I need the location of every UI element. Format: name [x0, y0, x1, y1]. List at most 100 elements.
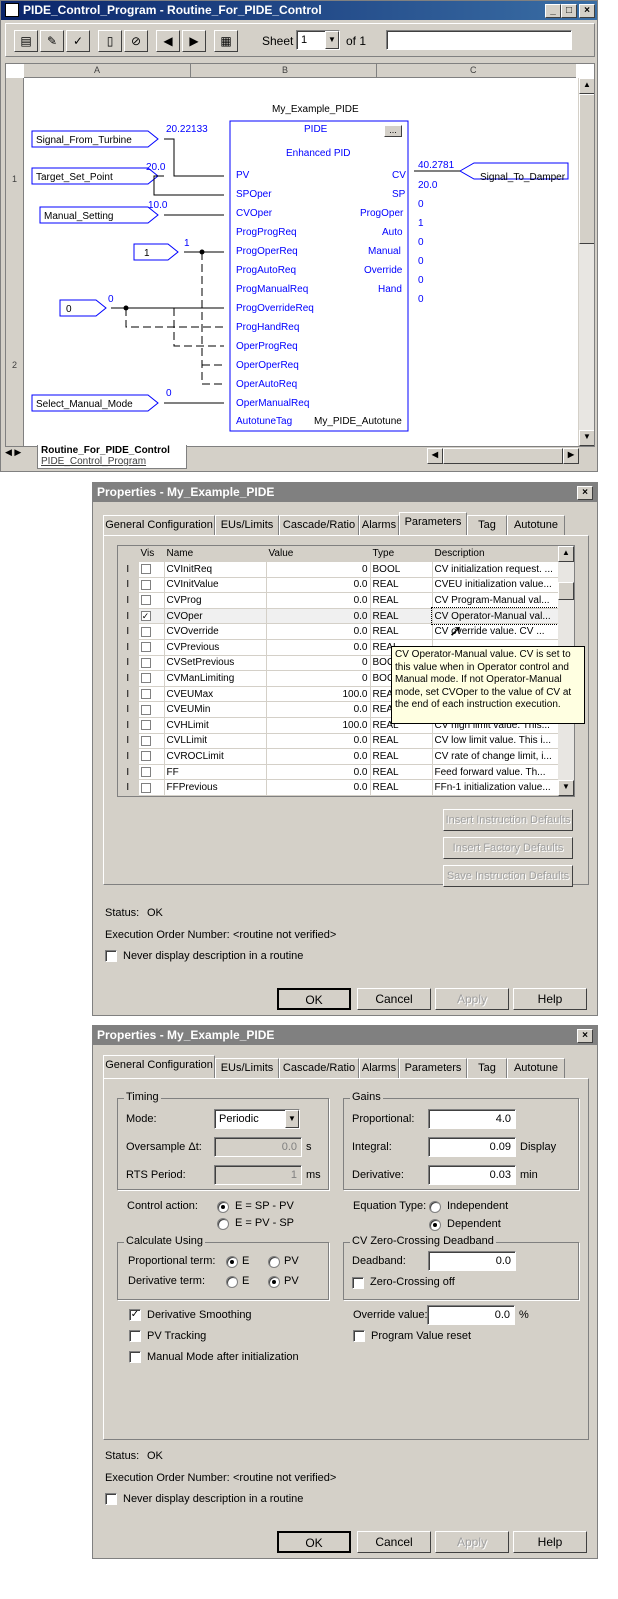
table-row[interactable]: I FF 0.0 REAL Feed forward value. Th... — [118, 764, 559, 781]
row-vis-checkbox[interactable]: ✓ — [138, 608, 165, 625]
rts-period-input[interactable]: 1 — [214, 1165, 302, 1185]
properties-icon[interactable]: ▤ — [14, 30, 38, 52]
help-button[interactable]: Help — [513, 988, 587, 1010]
row-value[interactable]: 0.0 — [266, 748, 371, 765]
scroll-down-icon[interactable]: ▼ — [579, 430, 594, 446]
calc-der-e-radio[interactable] — [226, 1276, 238, 1288]
tab-alarms[interactable]: Alarms — [359, 515, 399, 535]
vis-checkbox[interactable] — [140, 689, 151, 699]
input-pin-progoperreq[interactable]: ProgOperReq — [236, 246, 298, 257]
row-vis-checkbox[interactable] — [138, 655, 165, 672]
row-vis-checkbox[interactable] — [138, 717, 165, 734]
vis-checkbox[interactable] — [140, 720, 151, 731]
vis-checkbox[interactable] — [140, 782, 151, 793]
output-pin-sp[interactable]: SP — [392, 189, 405, 200]
tab-alarms[interactable]: Alarms — [359, 1058, 399, 1078]
tab-cascade-ratio[interactable]: Cascade/Ratio — [279, 515, 359, 535]
row-value[interactable]: 0.0 — [266, 779, 371, 796]
tag-signal-from-turbine[interactable]: Signal_From_Turbine — [36, 135, 132, 146]
row-vis-checkbox[interactable] — [138, 764, 165, 781]
prev-sheet-icon[interactable]: ◀ — [156, 30, 180, 52]
edit-icon[interactable]: ✎ — [40, 30, 64, 52]
table-row[interactable]: I CVLLimit 0.0 REAL CV low limit value. This… — [118, 733, 559, 750]
insert-factory-defaults-button[interactable]: Insert Factory Defaults — [443, 837, 573, 859]
row-vis-checkbox[interactable] — [138, 561, 165, 578]
override-value-input[interactable]: 0.0 — [427, 1305, 515, 1325]
vis-checkbox[interactable] — [140, 626, 151, 637]
row-vis-checkbox[interactable] — [138, 623, 165, 641]
dialog2-close-icon[interactable]: × — [577, 1029, 593, 1043]
scroll-up-icon[interactable]: ▲ — [579, 78, 594, 94]
row-vis-checkbox[interactable] — [138, 592, 165, 609]
vis-checkbox[interactable] — [140, 766, 151, 777]
tag-manual-setting[interactable]: Manual_Setting — [44, 211, 114, 222]
row-value[interactable]: 0.0 — [266, 577, 371, 594]
tab-eus-limits[interactable]: EUs/Limits — [215, 515, 279, 535]
grid-scroll-up-icon[interactable]: ▲ — [558, 546, 574, 562]
ca-pv-minus-sp-radio[interactable] — [217, 1218, 229, 1230]
tab-autotune[interactable]: Autotune — [507, 1058, 565, 1078]
tag-constant-zero[interactable]: 0 — [66, 304, 72, 315]
vis-checkbox[interactable] — [140, 595, 151, 606]
input-pin-cvoper[interactable]: CVOper — [236, 208, 272, 219]
vis-checkbox[interactable] — [140, 642, 151, 653]
input-pin-operautoreq[interactable]: OperAutoReq — [236, 379, 297, 390]
diagram-vscroll[interactable]: ▲ ▼ — [578, 78, 594, 446]
tag-target-set-point[interactable]: Target_Set_Point — [36, 172, 113, 183]
table-row[interactable]: I CVROCLimit 0.0 REAL CV rate of change limi… — [118, 748, 559, 765]
header-type[interactable]: Type — [370, 546, 433, 563]
vis-checkbox[interactable] — [140, 751, 151, 762]
next-sheet-icon[interactable]: ▶ — [182, 30, 206, 52]
header-value[interactable]: Value — [266, 546, 371, 563]
row-vis-checkbox[interactable] — [138, 733, 165, 750]
block-ellipsis-button[interactable]: ... — [384, 125, 402, 137]
row-value[interactable]: 0 — [266, 561, 371, 578]
never-display-checkbox[interactable] — [105, 1493, 117, 1505]
tab-general-configuration[interactable]: General Configuration — [103, 515, 215, 535]
program-value-reset-checkbox[interactable] — [353, 1330, 365, 1342]
row-vis-checkbox[interactable] — [138, 779, 165, 796]
output-pin-auto[interactable]: Auto — [382, 227, 403, 238]
proportional-input[interactable]: 4.0 — [428, 1109, 516, 1129]
input-pin-operprogreq[interactable]: OperProgReq — [236, 341, 298, 352]
minimize-button[interactable]: _ — [545, 4, 561, 18]
ca-sp-minus-pv-radio[interactable] — [217, 1201, 229, 1213]
header-description[interactable]: Description — [432, 546, 559, 563]
derivative-smoothing-checkbox[interactable]: ✓ — [129, 1309, 141, 1321]
table-row[interactable]: I FFPrevious 0.0 REAL FFn-1 initialization v… — [118, 779, 559, 796]
vis-checkbox[interactable] — [140, 657, 151, 668]
derivative-input[interactable]: 0.03 — [428, 1165, 516, 1185]
input-pin-opermanualreq[interactable]: OperManualReq — [236, 398, 309, 409]
output-pin-hand[interactable]: Hand — [378, 284, 402, 295]
row-vis-checkbox[interactable] — [138, 639, 165, 656]
verify-icon[interactable]: ✓ — [66, 30, 90, 52]
tab-nav-arrows[interactable]: ◀ ▶ — [5, 447, 35, 465]
input-pin-progprogreq[interactable]: ProgProgReq — [236, 227, 297, 238]
table-row[interactable]: I ✓ CVOper 0.0 REAL CV Operator-Manual val... — [118, 607, 559, 625]
eq-independent-radio[interactable] — [429, 1201, 441, 1213]
output-pin-cv[interactable]: CV — [392, 170, 406, 181]
sheet-description-input[interactable] — [386, 30, 572, 50]
apply-button[interactable]: Apply — [435, 1531, 509, 1553]
tag-signal-to-damper[interactable]: Signal_To_Damper — [480, 172, 565, 183]
tab-parameters[interactable]: Parameters — [399, 1058, 467, 1078]
tab-tag[interactable]: Tag — [467, 1058, 507, 1078]
row-vis-checkbox[interactable] — [138, 670, 165, 687]
header-vis[interactable]: Vis — [138, 546, 165, 563]
tab-general-configuration[interactable]: General Configuration — [103, 1055, 215, 1078]
row-value[interactable]: 0.0 — [266, 592, 371, 609]
row-value[interactable]: 100.0 — [266, 717, 371, 734]
maximize-button[interactable]: □ — [561, 4, 577, 18]
tab-autotune[interactable]: Autotune — [507, 515, 565, 535]
sheet-list-icon[interactable]: ▦ — [214, 30, 238, 52]
never-display-checkbox[interactable] — [105, 950, 117, 962]
row-value[interactable]: 0.0 — [266, 623, 371, 641]
table-row[interactable]: I CVProg 0.0 REAL CV Program-Manual val... — [118, 592, 559, 609]
tab-cascade-ratio[interactable]: Cascade/Ratio — [279, 1058, 359, 1078]
row-vis-checkbox[interactable] — [138, 701, 165, 719]
table-row[interactable]: I CVInitReq 0 BOOL CV initialization request… — [118, 561, 559, 578]
header-name[interactable]: Name — [164, 546, 267, 563]
output-pin-progoper[interactable]: ProgOper — [360, 208, 403, 219]
tab-parameters[interactable]: Parameters — [399, 512, 467, 535]
apply-button[interactable]: Apply — [435, 988, 509, 1010]
